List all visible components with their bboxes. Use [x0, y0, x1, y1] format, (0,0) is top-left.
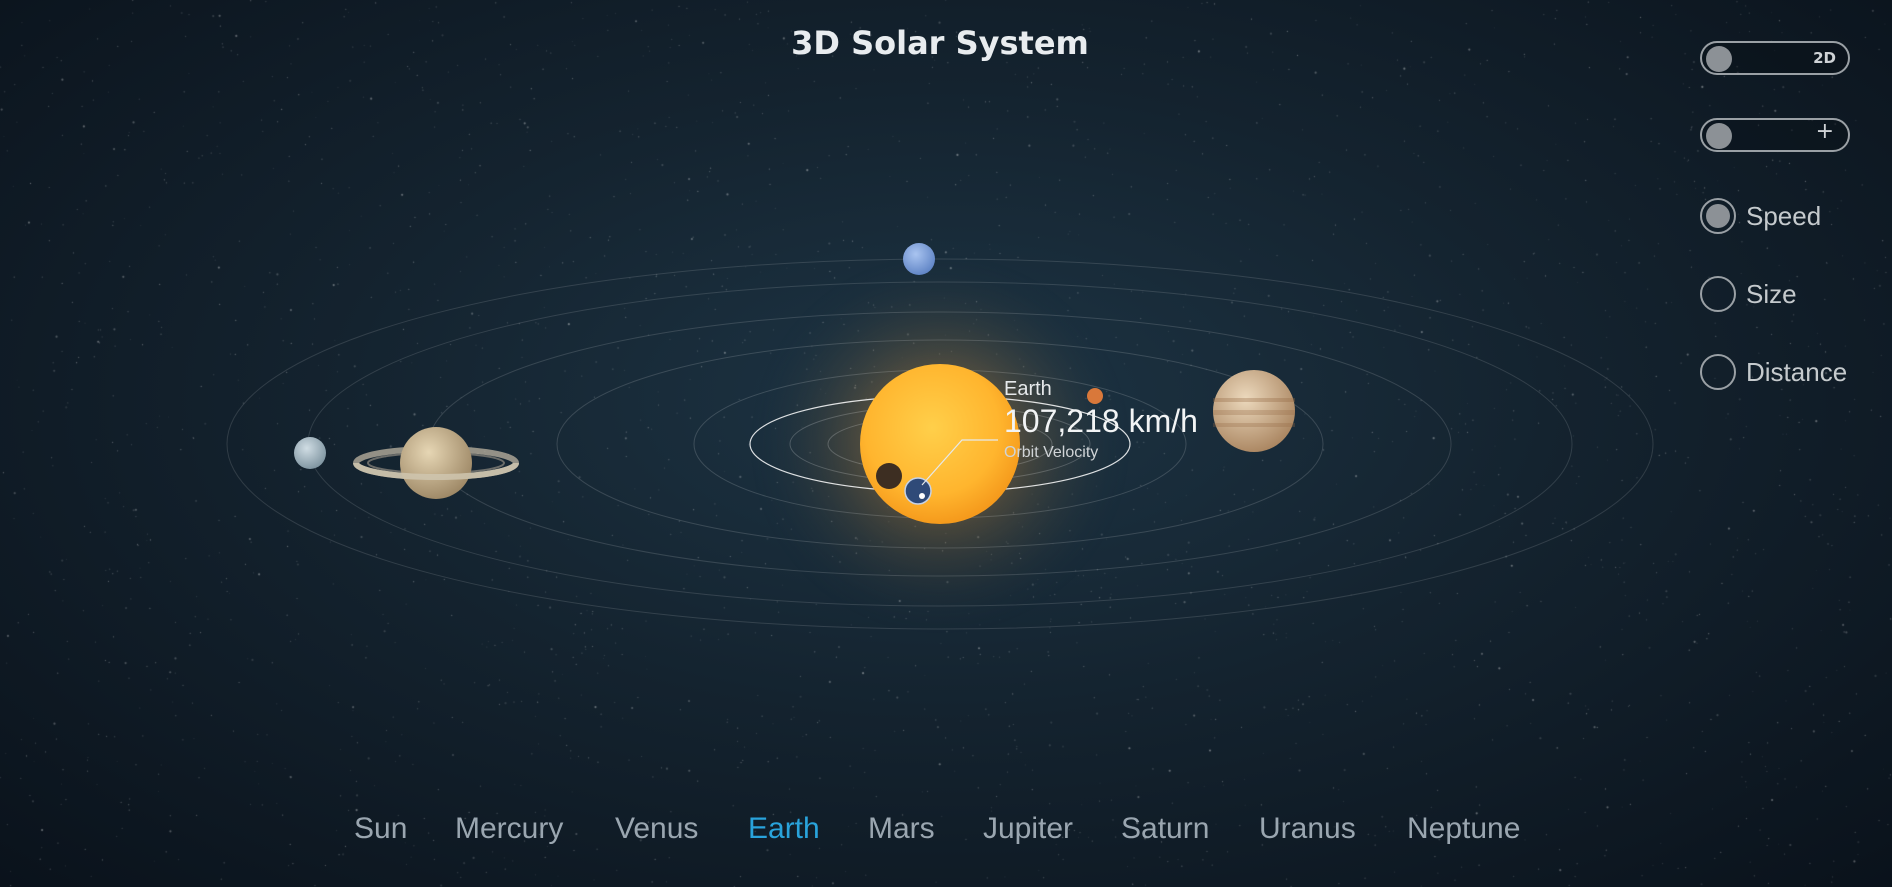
nav-item-venus[interactable]: Venus	[615, 812, 698, 846]
nav-item-mercury[interactable]: Mercury	[455, 812, 563, 846]
toggle-knob	[1706, 123, 1732, 149]
sun-planet[interactable]	[860, 364, 1020, 524]
zoom-toggle[interactable]: +	[1700, 118, 1850, 152]
nav-item-jupiter[interactable]: Jupiter	[983, 812, 1073, 846]
mode-distance-radio[interactable]: Distance	[1700, 352, 1847, 392]
nav-item-earth[interactable]: Earth	[748, 812, 820, 846]
neptune-planet[interactable]	[903, 243, 935, 275]
nav-item-mars[interactable]: Mars	[868, 812, 935, 846]
venus-planet[interactable]	[876, 463, 902, 489]
mode-speed-radio[interactable]: Speed	[1700, 196, 1821, 236]
uranus-planet[interactable]	[294, 437, 326, 469]
saturn-planet[interactable]	[353, 427, 519, 499]
planet-nav: Sun Mercury Venus Earth Mars Jupiter Sat…	[0, 812, 1892, 852]
mode-size-label: Size	[1746, 278, 1797, 309]
radio-ring[interactable]	[1700, 276, 1736, 312]
radio-ring[interactable]	[1700, 354, 1736, 390]
nav-item-saturn[interactable]: Saturn	[1121, 812, 1209, 846]
mode-size-radio[interactable]: Size	[1700, 274, 1797, 314]
mode-speed-label: Speed	[1746, 200, 1822, 231]
planet-info-callout: Earth 107,218 km/h Orbit Velocity	[1004, 378, 1198, 462]
zoom-plus-icon: +	[1815, 119, 1834, 144]
earth-moon	[919, 493, 925, 499]
nav-item-sun[interactable]: Sun	[354, 812, 407, 846]
toggle-knob	[1706, 46, 1732, 72]
solar-system-scene	[226, 243, 1654, 634]
info-metric-label: Orbit Velocity	[1004, 444, 1099, 461]
nav-item-neptune[interactable]: Neptune	[1407, 812, 1520, 846]
info-value: 107,218 km/h	[1004, 403, 1198, 439]
view-2d-toggle[interactable]: 2D	[1700, 41, 1850, 75]
mode-distance-label: Distance	[1746, 356, 1848, 387]
view-toggle-label: 2D	[1813, 49, 1836, 67]
radio-ring[interactable]	[1700, 198, 1736, 234]
nav-item-uranus[interactable]: Uranus	[1259, 812, 1356, 846]
info-planet-name: Earth	[1004, 378, 1052, 400]
earth-planet[interactable]	[904, 477, 932, 505]
